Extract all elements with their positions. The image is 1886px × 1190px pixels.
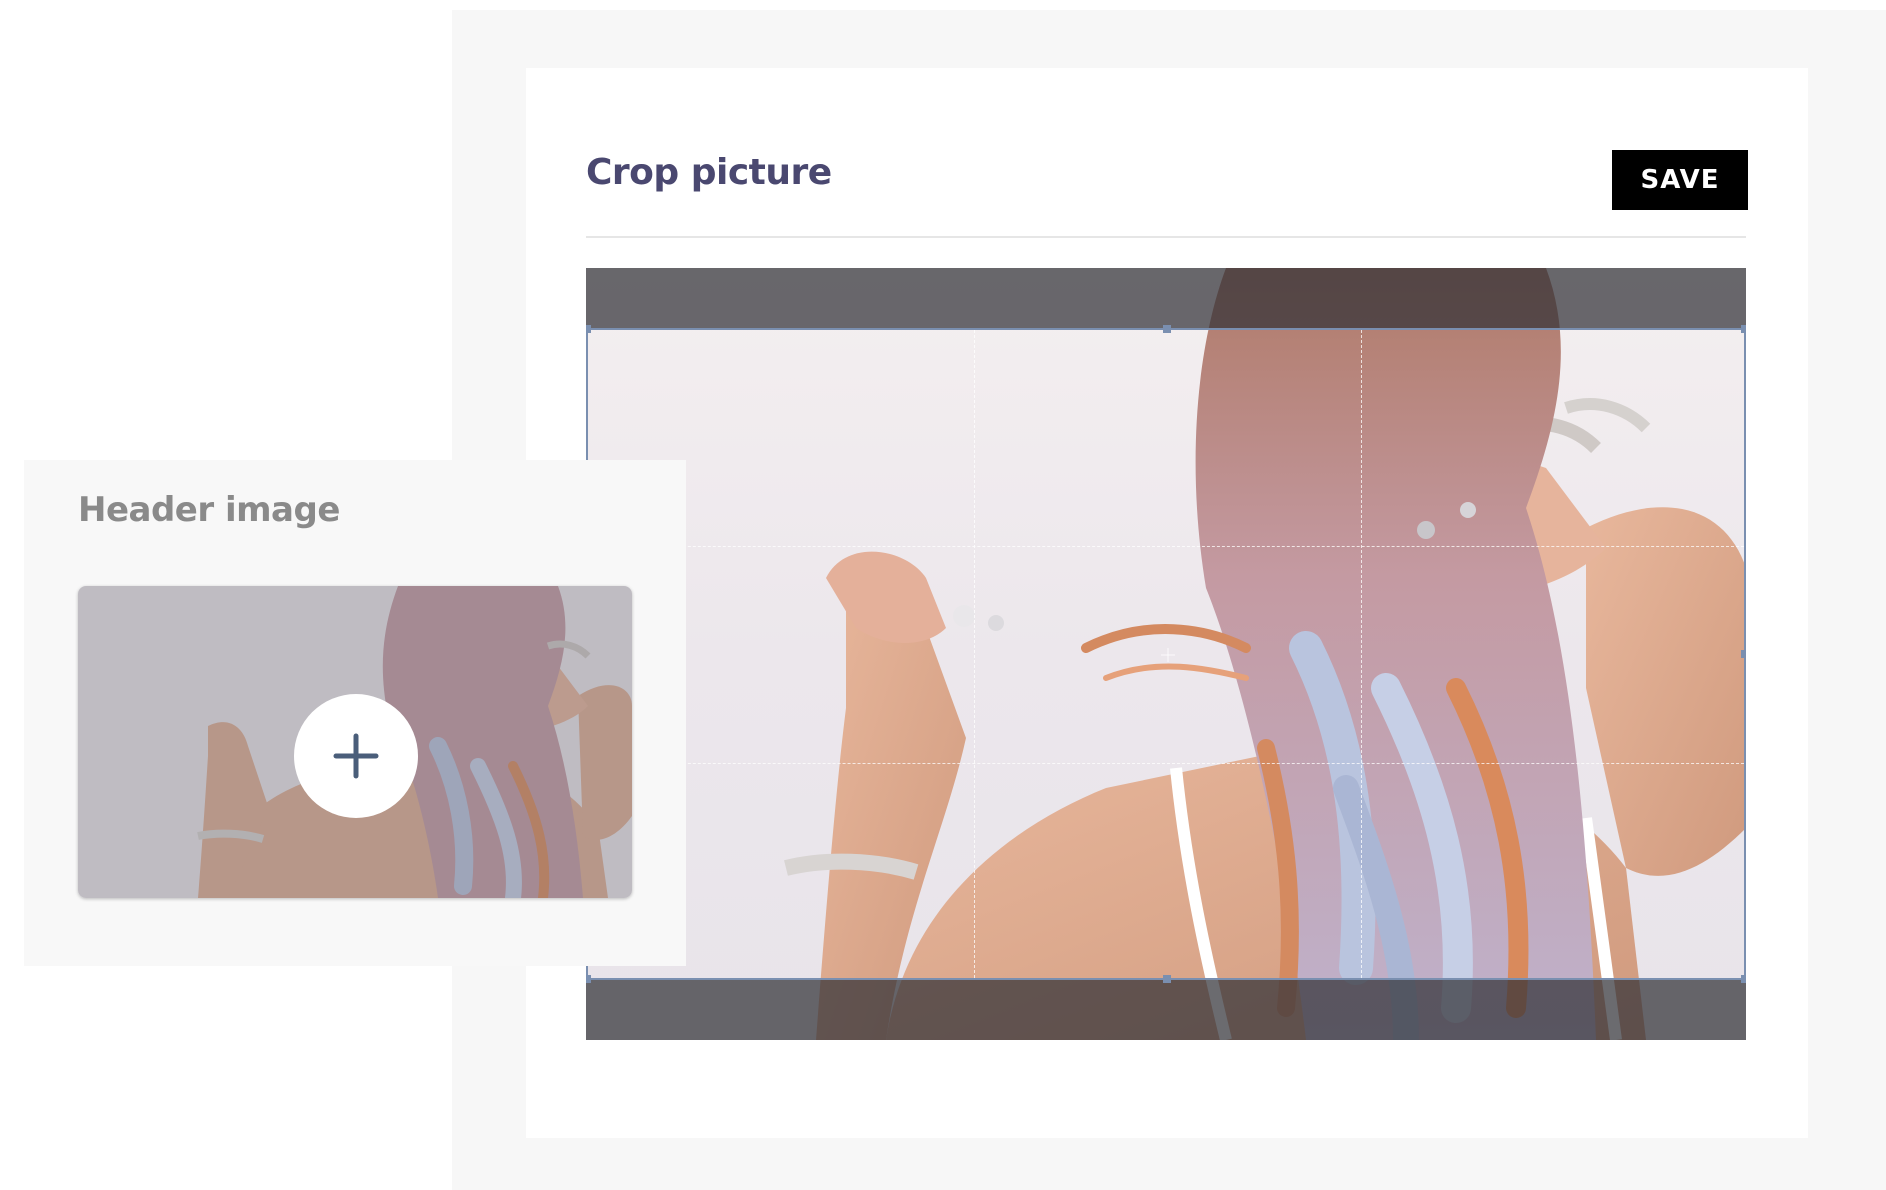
crop-handle-right[interactable] — [1741, 650, 1746, 658]
header-image-title: Header image — [78, 490, 340, 530]
crop-selection-frame[interactable] — [586, 325, 1746, 983]
crop-handle-bottom-right[interactable] — [1741, 975, 1746, 983]
crop-handle-top-right[interactable] — [1741, 325, 1746, 333]
crop-grid-line — [974, 330, 975, 978]
crop-handle-top-left[interactable] — [586, 325, 591, 333]
divider — [586, 236, 1746, 238]
crosshair-icon — [1161, 648, 1175, 662]
crop-dialog: Crop picture SAVE — [526, 68, 1808, 1138]
crop-grid-line — [588, 763, 1744, 764]
save-button[interactable]: SAVE — [1612, 150, 1748, 210]
crop-mask-top — [586, 268, 1746, 328]
crop-grid-line — [588, 546, 1744, 547]
add-image-button[interactable] — [294, 694, 418, 818]
header-image-card: Header image — [24, 460, 686, 966]
crop-handle-top[interactable] — [1163, 325, 1171, 333]
crop-canvas[interactable] — [586, 268, 1746, 1040]
crop-handle-bottom-left[interactable] — [586, 975, 591, 983]
crop-title: Crop picture — [586, 152, 832, 193]
plus-icon — [333, 733, 379, 779]
crop-grid-line — [1361, 330, 1362, 978]
crop-handle-bottom[interactable] — [1163, 975, 1171, 983]
crop-mask-bottom — [586, 980, 1746, 1040]
